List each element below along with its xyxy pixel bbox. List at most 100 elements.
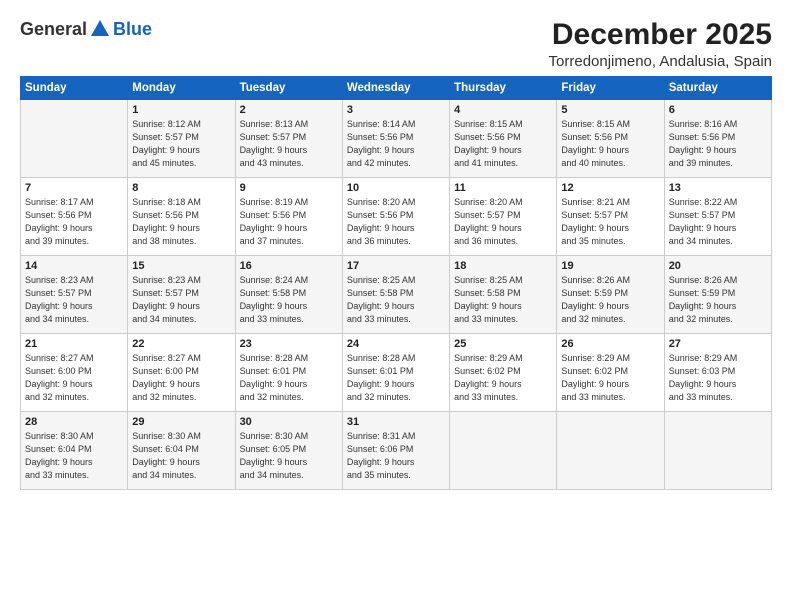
day-number: 2 xyxy=(240,104,338,116)
day-number: 5 xyxy=(561,104,659,116)
logo-blue: Blue xyxy=(113,19,152,40)
day-number: 18 xyxy=(454,260,552,272)
calendar-cell: 14 Sunrise: 8:23 AMSunset: 5:57 PMDayligh… xyxy=(21,256,128,334)
day-number: 26 xyxy=(561,338,659,350)
calendar-cell: 12 Sunrise: 8:21 AMSunset: 5:57 PMDayligh… xyxy=(557,178,664,256)
header-row: SundayMondayTuesdayWednesdayThursdayFrid… xyxy=(21,77,772,100)
day-info: Sunrise: 8:25 AMSunset: 5:58 PMDaylight:… xyxy=(347,274,445,326)
calendar-cell: 17Sunrise: 8:25 AMSunset: 5:58 PMDayligh… xyxy=(342,256,449,334)
day-info: Sunrise: 8:29 AMSunset: 6:03 PMDaylight:… xyxy=(669,352,767,404)
day-number: 30 xyxy=(240,416,338,428)
day-number: 19 xyxy=(561,260,659,272)
calendar-cell: 11Sunrise: 8:20 AMSunset: 5:57 PMDayligh… xyxy=(450,178,557,256)
day-number: 10 xyxy=(347,182,445,194)
day-info: Sunrise: 8:28 AMSunset: 6:01 PMDaylight:… xyxy=(240,352,338,404)
calendar-cell: 30 Sunrise: 8:30 AMSunset: 6:05 PMDayligh… xyxy=(235,412,342,490)
day-info: Sunrise: 8:30 AMSunset: 6:05 PMDaylight:… xyxy=(240,430,338,482)
day-info: Sunrise: 8:26 AMSunset: 5:59 PMDaylight:… xyxy=(669,274,767,326)
day-number: 9 xyxy=(240,182,338,194)
calendar-cell: 18 Sunrise: 8:25 AMSunset: 5:58 PMDayligh… xyxy=(450,256,557,334)
day-number: 23 xyxy=(240,338,338,350)
calendar-body: 1Sunrise: 8:12 AMSunset: 5:57 PMDaylight… xyxy=(21,100,772,490)
page: General Blue December 2025 Torredonjimen… xyxy=(0,0,792,612)
calendar-cell: 20Sunrise: 8:26 AMSunset: 5:59 PMDayligh… xyxy=(664,256,771,334)
day-info: Sunrise: 8:19 AMSunset: 5:56 PMDaylight:… xyxy=(240,196,338,248)
day-info: Sunrise: 8:15 AMSunset: 5:56 PMDaylight:… xyxy=(561,118,659,170)
week-row: 14 Sunrise: 8:23 AMSunset: 5:57 PMDayligh… xyxy=(21,256,772,334)
day-number: 7 xyxy=(25,182,123,194)
day-number: 31 xyxy=(347,416,445,428)
header-cell-tuesday: Tuesday xyxy=(235,77,342,100)
calendar-cell: 15 Sunrise: 8:23 AMSunset: 5:57 PMDayligh… xyxy=(128,256,235,334)
calendar-cell: 31 Sunrise: 8:31 AMSunset: 6:06 PMDayligh… xyxy=(342,412,449,490)
day-info: Sunrise: 8:30 AMSunset: 6:04 PMDaylight:… xyxy=(25,430,123,482)
header: General Blue December 2025 Torredonjimen… xyxy=(20,18,772,70)
calendar-header: SundayMondayTuesdayWednesdayThursdayFrid… xyxy=(21,77,772,100)
day-number: 25 xyxy=(454,338,552,350)
day-number: 16 xyxy=(240,260,338,272)
day-info: Sunrise: 8:13 AMSunset: 5:57 PMDaylight:… xyxy=(240,118,338,170)
day-number: 8 xyxy=(132,182,230,194)
header-cell-thursday: Thursday xyxy=(450,77,557,100)
calendar-cell: 28 Sunrise: 8:30 AMSunset: 6:04 PMDayligh… xyxy=(21,412,128,490)
day-info: Sunrise: 8:23 AMSunset: 5:57 PMDaylight:… xyxy=(132,274,230,326)
calendar-table: SundayMondayTuesdayWednesdayThursdayFrid… xyxy=(20,76,772,490)
day-number: 3 xyxy=(347,104,445,116)
day-info: Sunrise: 8:29 AMSunset: 6:02 PMDaylight:… xyxy=(561,352,659,404)
day-info: Sunrise: 8:18 AMSunset: 5:56 PMDaylight:… xyxy=(132,196,230,248)
calendar-cell: 13Sunrise: 8:22 AMSunset: 5:57 PMDayligh… xyxy=(664,178,771,256)
calendar-cell: 29 Sunrise: 8:30 AMSunset: 6:04 PMDayligh… xyxy=(128,412,235,490)
calendar-cell: 16 Sunrise: 8:24 AMSunset: 5:58 PMDayligh… xyxy=(235,256,342,334)
logo-icon xyxy=(89,18,111,40)
calendar-cell: 22 Sunrise: 8:27 AMSunset: 6:00 PMDayligh… xyxy=(128,334,235,412)
day-info: Sunrise: 8:20 AMSunset: 5:57 PMDaylight:… xyxy=(454,196,552,248)
day-info: Sunrise: 8:21 AMSunset: 5:57 PMDaylight:… xyxy=(561,196,659,248)
day-info: Sunrise: 8:26 AMSunset: 5:59 PMDaylight:… xyxy=(561,274,659,326)
calendar-cell: 21Sunrise: 8:27 AMSunset: 6:00 PMDayligh… xyxy=(21,334,128,412)
day-info: Sunrise: 8:30 AMSunset: 6:04 PMDaylight:… xyxy=(132,430,230,482)
logo: General Blue xyxy=(20,18,152,40)
calendar-cell: 19 Sunrise: 8:26 AMSunset: 5:59 PMDayligh… xyxy=(557,256,664,334)
month-title: December 2025 xyxy=(549,18,772,51)
day-info: Sunrise: 8:23 AMSunset: 5:57 PMDaylight:… xyxy=(25,274,123,326)
day-number: 4 xyxy=(454,104,552,116)
day-info: Sunrise: 8:24 AMSunset: 5:58 PMDaylight:… xyxy=(240,274,338,326)
calendar-cell: 6Sunrise: 8:16 AMSunset: 5:56 PMDaylight… xyxy=(664,100,771,178)
header-cell-monday: Monday xyxy=(128,77,235,100)
calendar-cell: 24Sunrise: 8:28 AMSunset: 6:01 PMDayligh… xyxy=(342,334,449,412)
calendar-cell: 8 Sunrise: 8:18 AMSunset: 5:56 PMDaylight… xyxy=(128,178,235,256)
calendar-cell: 27Sunrise: 8:29 AMSunset: 6:03 PMDayligh… xyxy=(664,334,771,412)
day-info: Sunrise: 8:14 AMSunset: 5:56 PMDaylight:… xyxy=(347,118,445,170)
day-info: Sunrise: 8:12 AMSunset: 5:57 PMDaylight:… xyxy=(132,118,230,170)
day-number: 24 xyxy=(347,338,445,350)
calendar-cell: 10Sunrise: 8:20 AMSunset: 5:56 PMDayligh… xyxy=(342,178,449,256)
day-number: 29 xyxy=(132,416,230,428)
day-info: Sunrise: 8:17 AMSunset: 5:56 PMDaylight:… xyxy=(25,196,123,248)
week-row: 28 Sunrise: 8:30 AMSunset: 6:04 PMDayligh… xyxy=(21,412,772,490)
header-cell-friday: Friday xyxy=(557,77,664,100)
title-block: December 2025 Torredonjimeno, Andalusia,… xyxy=(549,18,772,70)
calendar-cell: 26 Sunrise: 8:29 AMSunset: 6:02 PMDayligh… xyxy=(557,334,664,412)
calendar-cell: 25 Sunrise: 8:29 AMSunset: 6:02 PMDayligh… xyxy=(450,334,557,412)
day-info: Sunrise: 8:29 AMSunset: 6:02 PMDaylight:… xyxy=(454,352,552,404)
week-row: 1Sunrise: 8:12 AMSunset: 5:57 PMDaylight… xyxy=(21,100,772,178)
day-number: 13 xyxy=(669,182,767,194)
day-info: Sunrise: 8:31 AMSunset: 6:06 PMDaylight:… xyxy=(347,430,445,482)
week-row: 7 Sunrise: 8:17 AMSunset: 5:56 PMDaylight… xyxy=(21,178,772,256)
day-info: Sunrise: 8:25 AMSunset: 5:58 PMDaylight:… xyxy=(454,274,552,326)
calendar-cell: 23 Sunrise: 8:28 AMSunset: 6:01 PMDayligh… xyxy=(235,334,342,412)
calendar-cell: 9 Sunrise: 8:19 AMSunset: 5:56 PMDaylight… xyxy=(235,178,342,256)
calendar-cell xyxy=(450,412,557,490)
calendar-cell: 7 Sunrise: 8:17 AMSunset: 5:56 PMDaylight… xyxy=(21,178,128,256)
week-row: 21Sunrise: 8:27 AMSunset: 6:00 PMDayligh… xyxy=(21,334,772,412)
day-info: Sunrise: 8:27 AMSunset: 6:00 PMDaylight:… xyxy=(132,352,230,404)
day-number: 22 xyxy=(132,338,230,350)
day-number: 12 xyxy=(561,182,659,194)
day-info: Sunrise: 8:16 AMSunset: 5:56 PMDaylight:… xyxy=(669,118,767,170)
calendar-cell: 5 Sunrise: 8:15 AMSunset: 5:56 PMDaylight… xyxy=(557,100,664,178)
day-number: 28 xyxy=(25,416,123,428)
day-number: 15 xyxy=(132,260,230,272)
header-cell-wednesday: Wednesday xyxy=(342,77,449,100)
day-number: 14 xyxy=(25,260,123,272)
calendar-cell xyxy=(21,100,128,178)
